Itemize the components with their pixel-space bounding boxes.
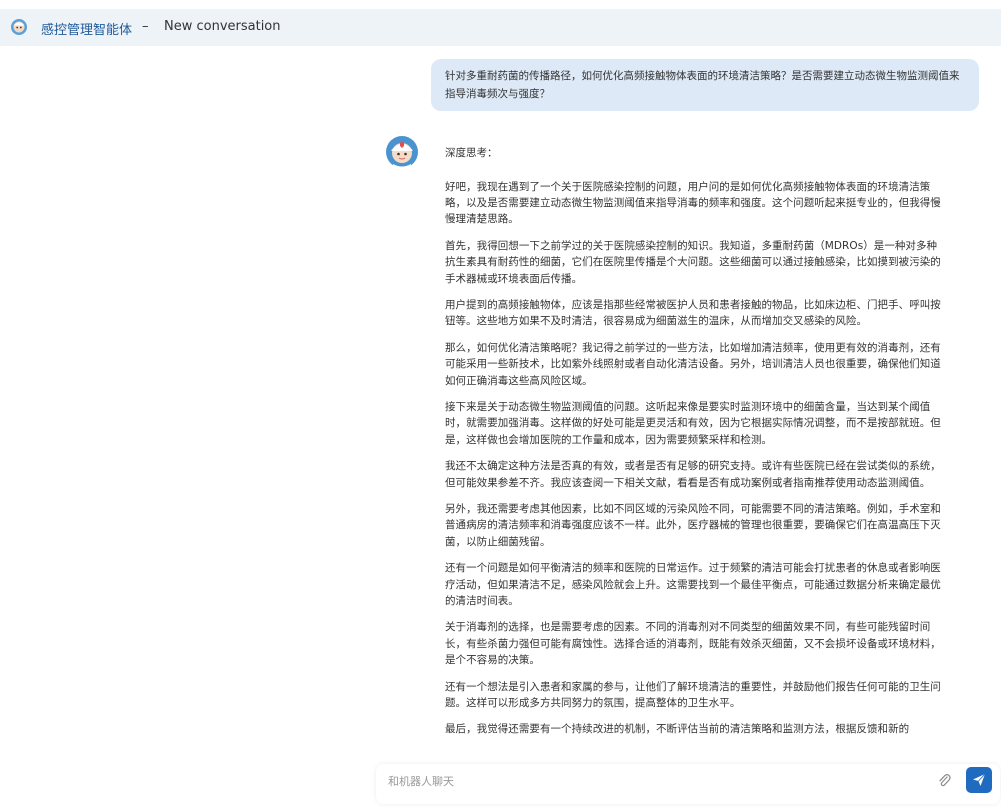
- user-message-bubble: 针对多重耐药菌的传播路径，如何优化高频接触物体表面的环境清洁策略？是否需要建立动…: [431, 59, 979, 111]
- answer-paragraph: 首先，我得回想一下之前学过的关于医院感染控制的知识。我知道，多重耐药菌（MDRO…: [445, 240, 941, 285]
- user-message-text: 针对多重耐药菌的传播路径，如何优化高频接触物体表面的环境清洁策略？是否需要建立动…: [445, 70, 960, 100]
- header-bar: 感控管理智能体 – New conversation: [0, 9, 1001, 46]
- answer-paragraph: 最后，我觉得还需要有一个持续改进的机制，不断评估当前的清洁策略和监测方法，根据反…: [445, 723, 910, 736]
- chat-input-bar[interactable]: 和机器人聊天: [376, 764, 1000, 804]
- answer-paragraph: 关于消毒剂的选择，也是需要考虑的因素。不同的消毒剂对不同类型的细菌效果不同，有些…: [445, 621, 941, 666]
- answer-paragraph: 好吧，我现在遇到了一个关于医院感染控制的问题，用户问的是如何优化高频接触物体表面…: [445, 181, 941, 226]
- bot-icon: [11, 19, 27, 35]
- bot-answer: 好吧，我现在遇到了一个关于医院感染控制的问题，用户问的是如何优化高频接触物体表面…: [445, 179, 941, 748]
- title-separator: –: [142, 19, 149, 34]
- answer-paragraph: 用户提到的高频接触物体，应该是指那些经常被医护人员和患者接触的物品，比如床边柜、…: [445, 299, 941, 328]
- send-button[interactable]: [966, 767, 992, 793]
- chat-input[interactable]: 和机器人聊天: [388, 773, 454, 789]
- conversation-title: New conversation: [164, 19, 281, 34]
- answer-paragraph: 还有一个问题是如何平衡清洁的频率和医院的日常运作。过于频繁的清洁可能会打扰患者的…: [445, 562, 941, 607]
- answer-paragraph: 接下来是关于动态微生物监测阈值的问题。这听起来像是要实时监测环境中的细菌含量，当…: [445, 401, 941, 446]
- thinking-title: 深度思考：: [445, 147, 498, 159]
- paperclip-icon[interactable]: [937, 772, 951, 788]
- answer-paragraph: 我还不太确定这种方法是否真的有效，或者是否有足够的研究支持。或许有些医院已经在尝…: [445, 460, 941, 489]
- answer-paragraph: 那么，如何优化清洁策略呢？我记得之前学过的一些方法，比如增加清洁频率，使用更有效…: [445, 342, 941, 387]
- bot-avatar-icon: [386, 136, 418, 168]
- answer-paragraph: 还有一个想法是引入患者和家属的参与，让他们了解环境清洁的重要性，并鼓励他们报告任…: [445, 680, 941, 709]
- answer-paragraph: 另外，我还需要考虑其他因素，比如不同区域的污染风险不同，可能需要不同的清洁策略。…: [445, 503, 941, 548]
- send-icon: [973, 773, 986, 786]
- bot-name: 感控管理智能体: [41, 23, 133, 38]
